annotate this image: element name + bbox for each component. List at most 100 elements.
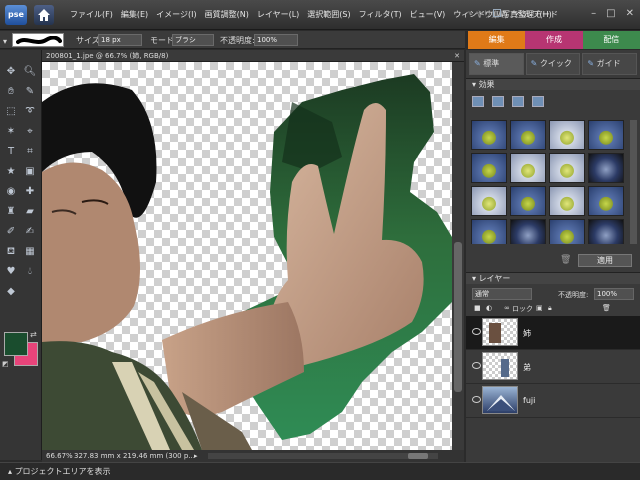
cookie-cutter-tool-icon[interactable]: ★	[3, 164, 19, 180]
effect-thumbnail[interactable]	[510, 120, 546, 150]
photo-effects-icon[interactable]	[512, 96, 524, 107]
link-icon[interactable]: ∞	[504, 304, 510, 312]
horizontal-scrollbar[interactable]	[208, 453, 438, 459]
hand-tool-icon[interactable]: ✋︎	[3, 84, 19, 100]
document-tab[interactable]: 200801_1.jpe @ 66.7% (姉, RGB/8) ✕	[42, 50, 464, 62]
size-input[interactable]: 18 px	[98, 34, 142, 46]
photo-layer-content	[42, 74, 452, 450]
gradient-tool-icon[interactable]: ▦	[22, 244, 38, 260]
mode-select[interactable]: ブラシ	[172, 34, 214, 46]
tab-edit[interactable]: 編集	[468, 31, 526, 49]
effect-thumbnail[interactable]	[549, 219, 585, 244]
brush-preset-picker[interactable]	[12, 33, 64, 47]
effects-panel-header[interactable]: ▾ 効果	[466, 78, 640, 90]
layer-opacity-input[interactable]: 100%	[594, 288, 634, 300]
visibility-eye-icon[interactable]	[472, 328, 481, 335]
filters-icon[interactable]	[472, 96, 484, 107]
lasso-tool-icon[interactable]: ➰︎	[22, 104, 38, 120]
close-window-button[interactable]: ✕	[626, 8, 634, 19]
foreground-color-swatch[interactable]	[4, 332, 28, 356]
menu-view[interactable]: ビュー(V)	[410, 9, 446, 20]
paint-bucket-tool-icon[interactable]: ⛾︎	[3, 244, 19, 260]
opacity-input[interactable]: 100%	[254, 34, 298, 46]
visibility-eye-icon[interactable]	[472, 396, 481, 403]
effect-thumbnail[interactable]	[549, 186, 585, 216]
move-tool-icon[interactable]: ✥	[3, 64, 19, 80]
marquee-tool-icon[interactable]: ⬚	[3, 104, 19, 120]
type-tool-icon[interactable]: T	[3, 144, 19, 160]
sponge-tool-icon[interactable]: ◆	[3, 284, 19, 300]
default-colors-icon[interactable]: ◩	[2, 360, 9, 368]
horizontal-scroll-thumb[interactable]	[408, 453, 428, 459]
zoom-tool-icon[interactable]: 🔍︎	[22, 64, 38, 80]
show-all-icon[interactable]	[532, 96, 544, 107]
smart-brush-tool-icon[interactable]: ✍︎	[22, 224, 38, 240]
effect-thumbnail[interactable]	[510, 153, 546, 183]
menu-enhance[interactable]: 画質調整(N)	[205, 9, 249, 20]
image-canvas[interactable]	[42, 62, 452, 450]
swap-colors-icon[interactable]: ⇄	[30, 330, 37, 339]
effect-thumbnail[interactable]	[588, 219, 624, 244]
menu-filter[interactable]: フィルタ(T)	[359, 9, 402, 20]
effect-thumbnail[interactable]	[471, 153, 507, 183]
blur-tool-icon[interactable]: 💧︎	[22, 264, 38, 280]
recompose-tool-icon[interactable]: ▣	[22, 164, 38, 180]
tab-create[interactable]: 作成	[525, 31, 583, 49]
lock-all-icon[interactable]: 🔒︎	[548, 304, 552, 313]
home-button[interactable]	[34, 5, 54, 25]
apply-button[interactable]: 適用	[578, 254, 632, 267]
effect-thumbnail[interactable]	[510, 186, 546, 216]
vertical-scrollbar[interactable]	[452, 62, 464, 450]
layer-row[interactable]: 弟	[466, 350, 640, 384]
menu-edit[interactable]: 編集(E)	[121, 9, 148, 20]
brush-tool-icon[interactable]: ✐	[3, 224, 19, 240]
visibility-eye-icon[interactable]	[472, 362, 481, 369]
organizer-button[interactable]: 写真整理モード	[502, 9, 558, 20]
layer-row[interactable]: fuji	[466, 384, 640, 418]
quick-select-tool-icon[interactable]: ⌖	[22, 124, 38, 140]
crop-tool-icon[interactable]: ⌗	[22, 144, 38, 160]
trash-icon[interactable]: 🗑	[560, 255, 571, 265]
effect-thumbnail[interactable]	[510, 219, 546, 244]
effect-thumbnail[interactable]	[471, 186, 507, 216]
magic-wand-tool-icon[interactable]: ✶	[3, 124, 19, 140]
tab-quick-edit[interactable]: ✎ クイック	[525, 53, 581, 75]
project-bin-bar[interactable]: ▴ プロジェクトエリアを表示	[0, 462, 640, 480]
spot-healing-tool-icon[interactable]: ✚	[22, 184, 38, 200]
layer-row[interactable]: 姉	[466, 316, 640, 350]
eraser-tool-icon[interactable]: ▰	[22, 204, 38, 220]
effect-thumbnail[interactable]	[549, 153, 585, 183]
layer-styles-icon[interactable]	[492, 96, 504, 107]
eyedropper-tool-icon[interactable]: ✎	[22, 84, 38, 100]
tab-share[interactable]: 配信	[582, 31, 640, 49]
effect-thumbnail[interactable]	[471, 120, 507, 150]
effect-thumbnail[interactable]	[588, 186, 624, 216]
menu-select[interactable]: 選択範囲(S)	[307, 9, 350, 20]
vertical-scroll-thumb[interactable]	[454, 242, 462, 392]
tool-preset-icon[interactable]: ▾	[3, 37, 9, 46]
maximize-button[interactable]: □	[606, 8, 615, 19]
zoom-value: 66.67%	[46, 452, 73, 460]
minimize-button[interactable]: –	[591, 8, 596, 19]
tab-full-edit[interactable]: ✎ 標準	[469, 53, 524, 75]
menu-layer[interactable]: レイヤー(L)	[257, 9, 299, 20]
effect-thumbnail[interactable]	[588, 153, 624, 183]
delete-layer-icon[interactable]: 🗑	[602, 304, 611, 312]
effect-thumbnail[interactable]	[588, 120, 624, 150]
effect-thumbnail[interactable]	[549, 120, 585, 150]
clone-stamp-tool-icon[interactable]: ♜	[3, 204, 19, 220]
menu-file[interactable]: ファイル(F)	[70, 9, 113, 20]
status-menu-arrow[interactable]: ▸	[194, 450, 198, 462]
red-eye-tool-icon[interactable]: ◉	[3, 184, 19, 200]
blend-mode-select[interactable]: 通常	[472, 288, 532, 300]
effects-scrollbar[interactable]	[630, 120, 637, 244]
document-close-button[interactable]: ✕	[454, 50, 460, 62]
adjustment-layer-icon[interactable]: ◐	[486, 304, 492, 312]
layers-panel-header[interactable]: ▾ レイヤー	[466, 272, 640, 284]
new-layer-icon[interactable]: ■	[474, 304, 481, 312]
tab-guided-edit[interactable]: ✎ ガイド	[582, 53, 638, 75]
lock-transparent-icon[interactable]: ▣	[536, 304, 543, 312]
shape-tool-icon[interactable]: ♥	[3, 264, 19, 280]
effect-thumbnail[interactable]	[471, 219, 507, 244]
menu-image[interactable]: イメージ(I)	[156, 9, 196, 20]
